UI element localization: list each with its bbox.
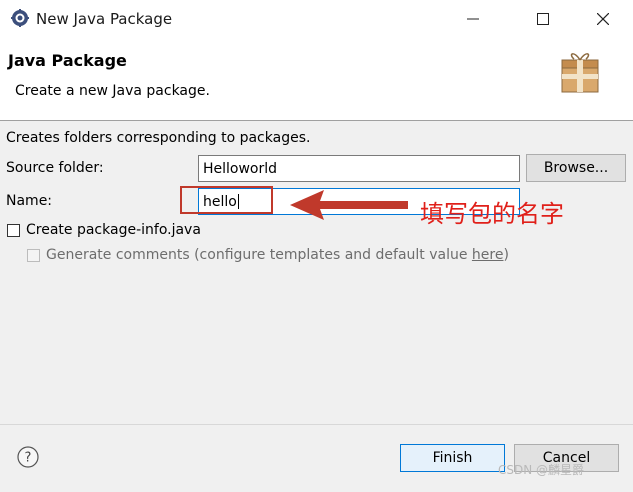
maximize-button[interactable] [520, 0, 566, 38]
annotation-text: 填写包的名字 [420, 200, 564, 228]
watermark: CSDN @麟星爵 [498, 463, 585, 477]
package-icon [556, 48, 604, 96]
create-package-info-checkbox[interactable] [7, 223, 20, 237]
highlight-box [180, 186, 273, 214]
form-intro-text: Creates folders corresponding to package… [6, 130, 311, 146]
annotation-arrow-icon [290, 190, 408, 220]
generate-comments-row: Generate comments (configure templates a… [27, 247, 509, 263]
create-package-info-row[interactable]: Create package-info.java [7, 222, 201, 238]
source-folder-value: Helloworld [203, 160, 278, 177]
footer-divider [0, 424, 633, 425]
configure-templates-link[interactable]: here [472, 247, 504, 263]
maximize-icon [537, 13, 549, 25]
svg-text:?: ? [25, 451, 32, 466]
source-folder-label: Source folder: [6, 160, 104, 176]
generate-comments-label: Generate comments (configure templates a… [46, 247, 509, 263]
generate-comments-suffix: ) [503, 247, 509, 263]
finish-button[interactable]: Finish [400, 444, 505, 472]
close-button[interactable] [580, 0, 626, 38]
create-package-info-label: Create package-info.java [26, 222, 201, 238]
title-bar: New Java Package [0, 0, 633, 38]
minimize-icon [467, 18, 479, 20]
window-title: New Java Package [36, 10, 173, 28]
generate-comments-prefix: Generate comments (configure templates a… [46, 247, 472, 263]
browse-button[interactable]: Browse... [526, 154, 626, 182]
generate-comments-checkbox[interactable] [27, 248, 40, 262]
name-label: Name: [6, 193, 53, 209]
close-icon [597, 13, 609, 25]
eclipse-gear-icon [11, 9, 29, 27]
help-icon[interactable]: ? [17, 446, 39, 468]
wizard-description: Create a new Java package. [15, 83, 210, 99]
wizard-title: Java Package [8, 51, 127, 70]
wizard-header: Java Package Create a new Java package. [0, 38, 633, 121]
minimize-button[interactable] [450, 0, 496, 38]
source-folder-input[interactable]: Helloworld [198, 155, 520, 182]
